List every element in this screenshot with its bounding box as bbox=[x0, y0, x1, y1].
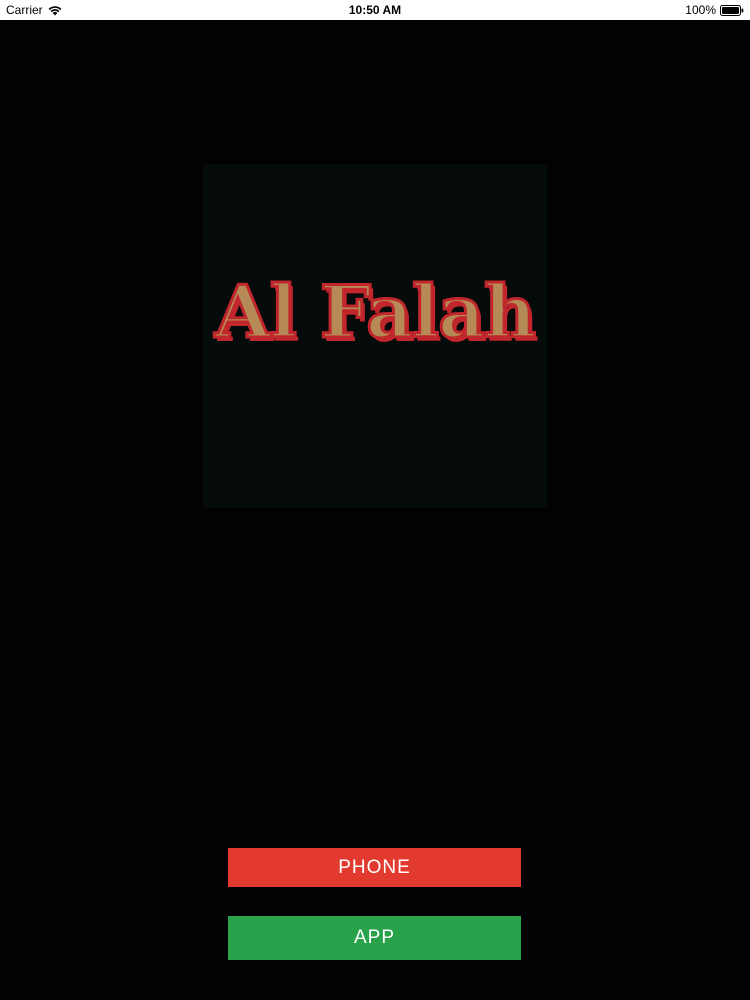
phone-button[interactable]: PHONE bbox=[228, 848, 521, 887]
status-right: 100% bbox=[685, 3, 744, 17]
logo-text: Al Falah bbox=[213, 269, 537, 354]
app-button[interactable]: APP bbox=[228, 916, 521, 960]
battery-icon bbox=[720, 4, 744, 16]
status-bar: Carrier 10:50 AM 100% bbox=[0, 0, 750, 20]
battery-percentage: 100% bbox=[685, 3, 716, 17]
logo-image: Al Falah bbox=[203, 164, 547, 508]
status-time: 10:50 AM bbox=[348, 3, 402, 17]
app-screen: Carrier 10:50 AM 100% Al Falah PHONE APP bbox=[0, 0, 750, 1000]
